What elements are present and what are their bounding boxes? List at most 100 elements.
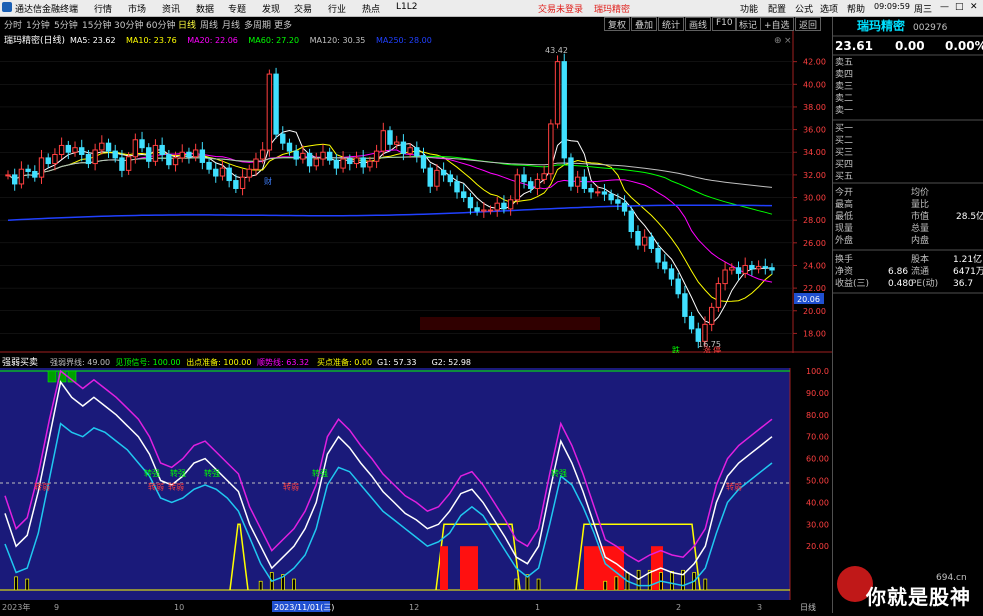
candle-body [501, 202, 507, 210]
main-kline-chart[interactable]: 42.00 40.00 38.00 36.00 34.00 32.00 30.00 28.00… [0, 31, 832, 355]
menu-shuju[interactable]: 数据 [196, 2, 214, 15]
menu-l1l2[interactable]: L1L2 [396, 2, 417, 12]
diejia-button[interactable]: 叠加 [631, 17, 658, 31]
period-5min[interactable]: 5分钟 [54, 18, 78, 31]
period-monthly[interactable]: 月线 [222, 18, 240, 31]
axis-label-sep: 9 [54, 603, 59, 612]
quote-change-pct: 0.00% [945, 39, 983, 53]
candle-body [273, 73, 279, 135]
volume-bar [614, 576, 619, 591]
candle-body [172, 157, 179, 166]
period-multi[interactable]: 多周期 [244, 18, 271, 31]
back-button[interactable]: 返回 [795, 17, 822, 31]
sub-y-tick-label: 30.00 [806, 520, 829, 529]
bid-level-label: 买三 [835, 147, 853, 158]
candle-body [420, 155, 427, 169]
y-tick-label: 42.00 [803, 58, 826, 67]
minimize-button[interactable]: — [940, 2, 949, 12]
candle-body [729, 267, 735, 271]
add-watchlist-button[interactable]: +自选 [760, 17, 794, 31]
huaxian-button[interactable]: 画线 [685, 17, 712, 31]
ask-level-label: 卖一 [835, 105, 853, 116]
indicator-chart[interactable]: 100.0 90.00 80.00 70.00 60.00 50.00 40.00 30.00… [0, 367, 832, 600]
menu-gongshi[interactable]: 公式 [795, 2, 813, 15]
stat-value: 36.7 [953, 279, 973, 289]
candle-body [387, 130, 393, 145]
menu-hangqing[interactable]: 行情 [94, 2, 112, 15]
y-tick-label: 40.00 [803, 80, 826, 89]
menu-zixun[interactable]: 资讯 [162, 2, 180, 15]
tongji-button[interactable]: 统计 [658, 17, 685, 31]
indicator-legend-item: 买点准备: 0.00 [317, 357, 372, 367]
candle-body [179, 151, 185, 159]
y-tick-label: 30.00 [803, 194, 826, 203]
quote-stock-code: 002976 [913, 23, 948, 33]
candle-body [219, 167, 226, 177]
menu-faxian[interactable]: 发现 [262, 2, 280, 15]
menu-jiaoyi[interactable]: 交易 [294, 2, 312, 15]
candle-body [682, 293, 688, 317]
candle-body [132, 139, 139, 158]
candle-body [487, 209, 494, 212]
volume-bar [603, 580, 608, 591]
period-15min[interactable]: 15分钟 [82, 18, 111, 31]
candle-body [92, 149, 98, 165]
candle-body [18, 168, 25, 185]
indicator-title[interactable]: 强弱买卖 [2, 357, 38, 368]
candle-body [320, 151, 326, 160]
candle-body [233, 180, 239, 189]
menu-redian[interactable]: 热点 [362, 2, 380, 15]
stat-label: 内盘 [911, 234, 929, 246]
menu-shichang[interactable]: 市场 [128, 2, 146, 15]
axis-label-dec: 12 [409, 603, 419, 612]
kline-title: 瑞玛精密(日线) [4, 34, 65, 46]
candle-body [581, 176, 588, 189]
f10-button[interactable]: F10 [712, 17, 737, 31]
period-daily[interactable]: 日线 [178, 18, 196, 31]
menu-xuanxiang[interactable]: 选项 [820, 2, 838, 15]
candle-body [668, 268, 675, 280]
candle-body [708, 306, 715, 325]
stat-label: 收益(三) [835, 277, 869, 289]
period-more[interactable]: 更多 [274, 18, 292, 31]
candle-body [79, 147, 85, 155]
period-60min[interactable]: 60分钟 [146, 18, 175, 31]
menu-zhuanti[interactable]: 专题 [228, 2, 246, 15]
chart-close-icon[interactable]: × [784, 36, 792, 46]
close-button[interactable]: ✕ [970, 2, 978, 12]
volume-bar [536, 578, 541, 591]
candle-body [414, 147, 420, 157]
candle-body [186, 151, 192, 158]
maximize-button[interactable]: □ [955, 2, 964, 12]
stat-label: 量比 [911, 198, 929, 210]
fuquan-button[interactable]: 复权 [604, 17, 631, 31]
biaoji-button[interactable]: 标记 [735, 17, 762, 31]
limit-mark[interactable]: 停 [713, 345, 721, 355]
candle-body [574, 176, 581, 187]
watermark-text: 你就是股神 [866, 585, 971, 609]
drop-mark[interactable]: 跌 [672, 345, 680, 355]
chart-arrow-icon[interactable]: ⊕ [774, 36, 782, 46]
stat-value: 6471万 [953, 267, 983, 277]
trade-login-link[interactable]: 交易未登录 [538, 2, 583, 15]
candle-body [494, 202, 500, 211]
menu-gongneng[interactable]: 功能 [740, 2, 758, 15]
candle-body [595, 191, 601, 194]
candle-body [199, 149, 206, 163]
period-30min[interactable]: 30分钟 [114, 18, 143, 31]
candle-body [702, 323, 708, 342]
menu-hangye[interactable]: 行业 [328, 2, 346, 15]
menu-peizhi[interactable]: 配置 [768, 2, 786, 15]
stat-value: 1.21亿 [953, 253, 982, 265]
candle-body [742, 264, 748, 274]
finance-mark[interactable]: 财 [264, 176, 272, 186]
rise-mark[interactable]: 涨 [703, 345, 711, 355]
menu-bangzhu[interactable]: 帮助 [847, 2, 865, 15]
period-fenshi[interactable]: 分时 [4, 18, 22, 31]
candle-body [554, 61, 561, 125]
signal-bar [440, 546, 448, 590]
period-1min[interactable]: 1分钟 [26, 18, 50, 31]
candle-body [5, 174, 11, 177]
candle-body [112, 150, 118, 159]
period-weekly[interactable]: 周线 [200, 18, 218, 31]
